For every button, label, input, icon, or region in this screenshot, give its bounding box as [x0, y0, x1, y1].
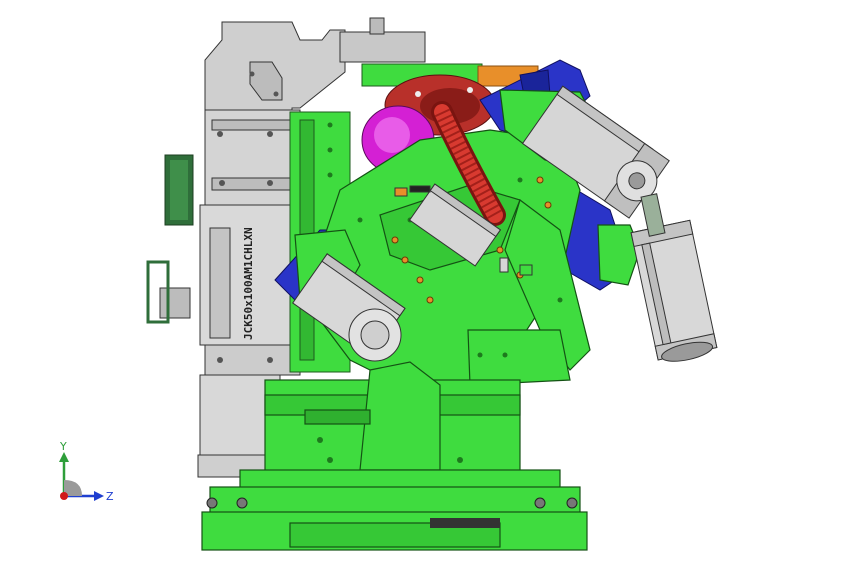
coordinate-triad: Y Z: [59, 440, 114, 503]
cad-viewport[interactable]: JCK50x100AM1CHLXN Y Z: [0, 0, 867, 562]
y-axis-label: Y: [59, 440, 67, 453]
cad-model-assembly[interactable]: JCK50x100AM1CHLXN: [0, 0, 867, 562]
cylinder-right: [630, 193, 718, 362]
x-axis-dot: [60, 492, 68, 500]
side-bracket: [164, 154, 194, 226]
cylinder-part-label: JCK50x100AM1CHLXN: [242, 227, 255, 340]
z-axis-label: Z: [106, 490, 114, 503]
